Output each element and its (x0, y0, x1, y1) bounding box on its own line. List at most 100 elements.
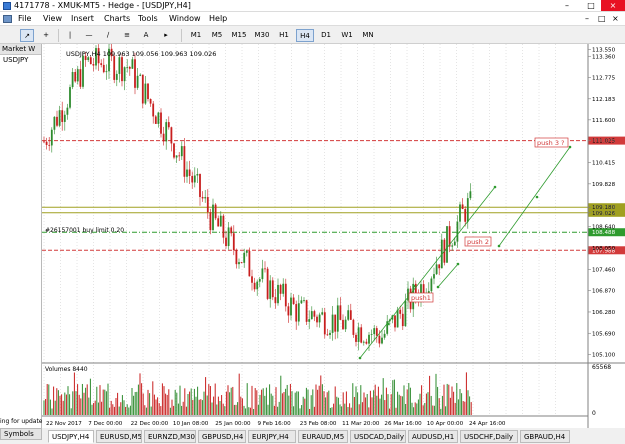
candle-body (186, 169, 188, 177)
candle-body (162, 133, 165, 142)
menu-charts[interactable]: Charts (104, 14, 130, 23)
candle-body (79, 69, 82, 87)
candle-body (297, 303, 300, 322)
candle-body (381, 337, 383, 344)
timeframe-d1[interactable]: D1 (317, 29, 335, 42)
candle-body (321, 312, 324, 315)
market-watch-header[interactable]: Market W (0, 44, 41, 55)
candle-body (53, 116, 56, 130)
candle-body (214, 204, 217, 219)
price-tick: 111.025 (592, 139, 616, 145)
tab-euraud-m5[interactable]: EURAUD,M5 (298, 430, 348, 443)
candle-body (300, 300, 303, 304)
candle-body (435, 264, 438, 275)
chart-minimize-button[interactable]: – (585, 14, 589, 23)
candle-body (206, 197, 209, 213)
candle-body (277, 284, 279, 304)
tab-audusd-h1[interactable]: AUDUSD,H1 (408, 430, 458, 443)
chart-restore-button[interactable]: □ (598, 14, 606, 23)
candle-body (355, 334, 357, 342)
annotation-push3[interactable]: push 3 ? (537, 139, 564, 147)
trendline-anchor (568, 145, 572, 149)
candle-body (453, 241, 456, 246)
tab-usdcad-daily[interactable]: USDCAD,Daily (350, 430, 406, 443)
app-icon (3, 2, 11, 10)
candle-body (178, 155, 181, 157)
candle-body (173, 143, 175, 158)
tab-eurusd-m5[interactable]: EURUSD,M5 (96, 430, 142, 443)
fibonacci-tool-icon[interactable]: ≡ (121, 29, 133, 42)
candle-body (360, 327, 363, 343)
candle-body (76, 69, 79, 82)
symbols-tab[interactable]: Symbols (0, 428, 42, 440)
timeframe-w1[interactable]: W1 (338, 29, 356, 42)
candle-body (45, 141, 48, 145)
menu-tools[interactable]: Tools (138, 14, 158, 23)
menu-window[interactable]: Window (169, 14, 201, 23)
market-watch-status: ing for update (0, 418, 42, 425)
chart-window-icon (3, 15, 12, 23)
candle-body (258, 279, 261, 282)
horizontal-line-tool-icon[interactable]: — (83, 29, 95, 42)
title-bar: 4171778 - XMUK-MT5 - Hedge - [USDJPY,H4]… (0, 0, 625, 12)
menu-file[interactable]: File (18, 14, 31, 23)
candle-body (180, 146, 183, 157)
cursor-tool-icon[interactable]: ↗ (20, 29, 34, 42)
price-chart[interactable]: 111.025109.180109.026108.488107.988 113.… (42, 40, 625, 428)
tab-gbpusd-h4[interactable]: GBPUSD,H4 (198, 430, 246, 443)
annotation-push2[interactable]: push 2 (467, 238, 489, 246)
trendline-tool-icon[interactable]: ∕ (102, 29, 114, 42)
tab-eurnzd-m30[interactable]: EURNZD,M30 (144, 430, 196, 443)
tab-eurjpy-h4[interactable]: EURJPY,H4 (248, 430, 296, 443)
candle-body (48, 144, 51, 146)
timeframe-mn[interactable]: MN (359, 29, 377, 42)
minimize-button[interactable]: – (555, 0, 579, 11)
candle-body (383, 333, 386, 338)
time-tick: 7 Dec 00:00 (88, 421, 123, 427)
timeframe-m1[interactable]: M1 (187, 29, 205, 42)
annotation-push1[interactable]: push1 (411, 294, 431, 302)
candle-body (362, 341, 365, 343)
tab-usdchf-daily[interactable]: USDCHF,Daily (460, 430, 518, 443)
timeframe-h1[interactable]: H1 (275, 29, 293, 42)
candle-body (204, 197, 207, 199)
price-tick: 111.600 (592, 118, 616, 124)
candle-body (399, 309, 402, 314)
price-tick: 105.690 (592, 331, 616, 337)
vertical-line-tool-icon[interactable]: | (64, 29, 76, 42)
menu-help[interactable]: Help (209, 14, 227, 23)
candle-body (323, 312, 326, 335)
shapes-tool-icon[interactable]: ▸ (159, 29, 173, 42)
candle-body (245, 250, 248, 253)
trendline-anchor (497, 244, 501, 248)
candle-body (66, 107, 69, 115)
market-watch-symbol[interactable]: USDJPY (0, 55, 41, 66)
timeframe-m5[interactable]: M5 (208, 29, 226, 42)
chart-window[interactable]: 111.025 109.180 109.026 108.488 107.988 113.… (42, 40, 625, 428)
candle-body (170, 127, 173, 144)
close-button[interactable]: × (601, 0, 625, 11)
tab-gbpaud-h4[interactable]: GBPAUD,H4 (520, 430, 570, 443)
candle-body (128, 66, 131, 69)
candle-body (74, 72, 77, 82)
timeframe-m15[interactable]: M15 (229, 29, 249, 42)
crosshair-tool-icon[interactable]: + (39, 29, 53, 42)
candle-body (154, 116, 157, 124)
timeframe-m30[interactable]: M30 (252, 29, 272, 42)
tab-usdjpy-h4[interactable]: USDJPY,H4 (48, 430, 94, 443)
candle-body (118, 57, 121, 74)
candle-body (404, 300, 407, 327)
candle-body (292, 297, 295, 305)
menu-insert[interactable]: Insert (71, 14, 94, 23)
text-tool-icon[interactable]: A (140, 29, 152, 42)
menu-view[interactable]: View (43, 14, 62, 23)
chart-close-button[interactable]: × (612, 14, 619, 23)
trendline-anchor (358, 356, 362, 360)
candle-body (287, 306, 290, 316)
timeframe-h4[interactable]: H4 (296, 29, 314, 42)
candle-body (230, 227, 233, 234)
maximize-button[interactable]: □ (579, 0, 603, 11)
candle-body (303, 300, 305, 302)
price-tick: 109.026 (592, 211, 616, 217)
candle-body (123, 67, 126, 82)
